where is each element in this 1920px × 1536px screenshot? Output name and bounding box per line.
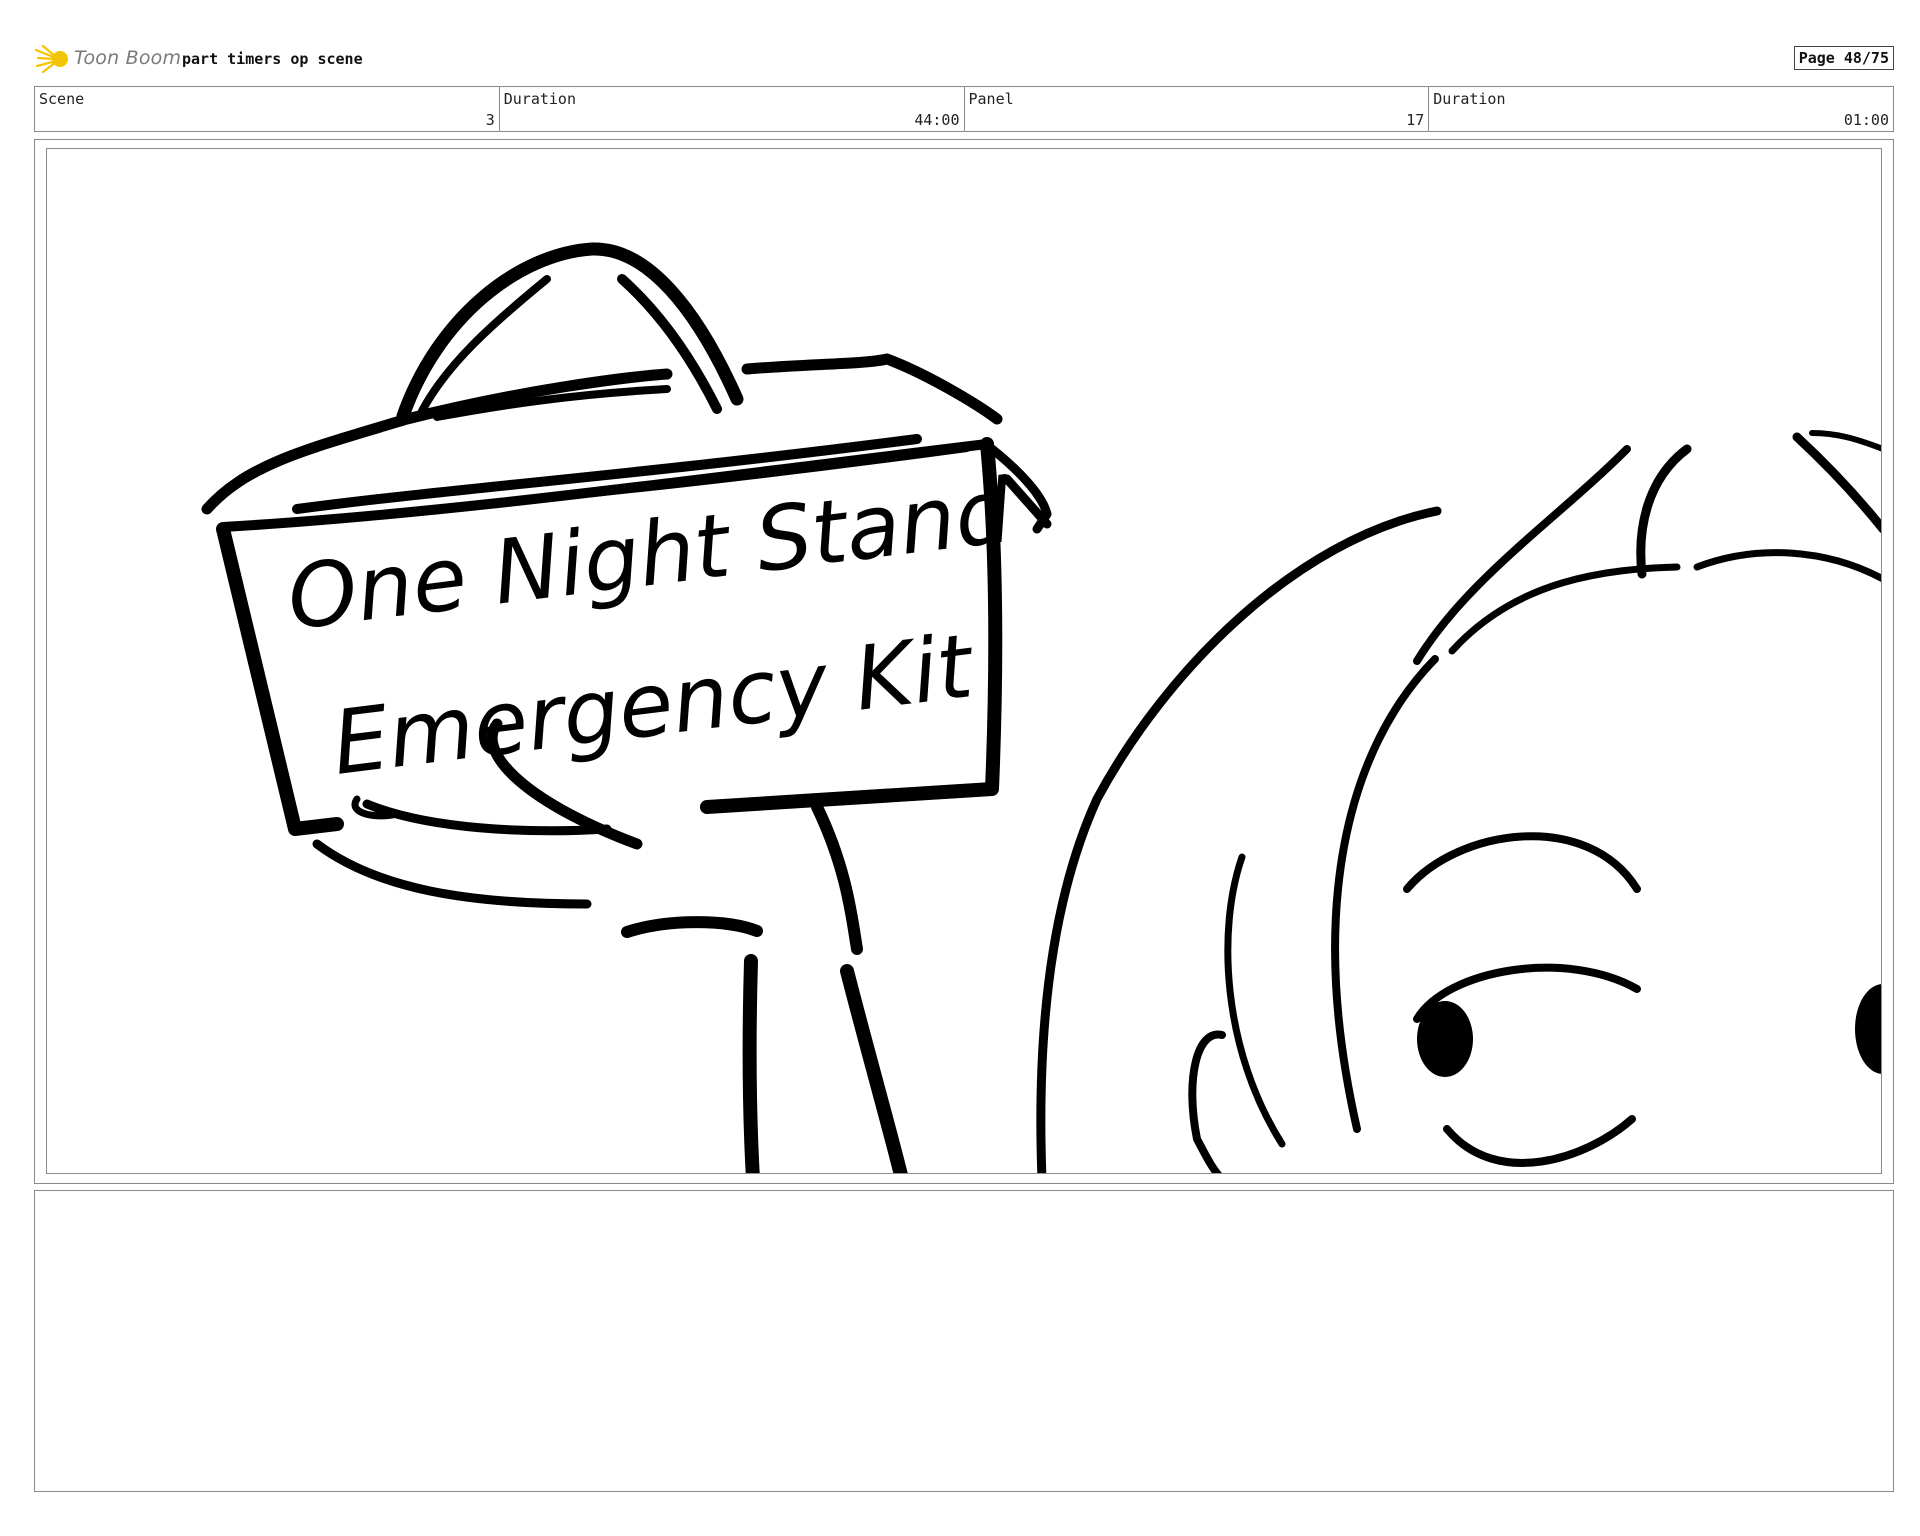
scene-label: Scene: [39, 90, 85, 108]
scene-duration-value: 44:00: [914, 111, 960, 129]
panel-sketch: One Night Stand Emergency Kit: [201, 242, 1881, 1173]
panel-value: 17: [1406, 111, 1425, 129]
second-eye-pupil: [1855, 984, 1881, 1074]
head-outline: [1036, 506, 1442, 1173]
hair-strand-4: [1693, 549, 1881, 582]
storyboard-panel-image: One Night Stand Emergency Kit: [46, 148, 1882, 1174]
panel-duration-cell: Duration 01:00: [1429, 87, 1893, 131]
toon-boom-logo-icon: [34, 44, 68, 74]
panel-label: Panel: [968, 90, 1014, 108]
scene-info-row: Scene 3 Duration 44:00 Panel 17 Duration…: [34, 86, 1894, 132]
hair-strand-6: [1809, 430, 1881, 452]
scene-duration-label: Duration: [503, 90, 576, 108]
panel-cell: Panel 17: [965, 87, 1430, 131]
ear: [1188, 1030, 1226, 1173]
box-lid-right: [741, 353, 1003, 425]
arm-left: [742, 954, 760, 1173]
hair-strand-1: [1413, 445, 1631, 665]
storyboard-panel-frame: One Night Stand Emergency Kit: [34, 139, 1894, 1184]
eyebrow: [1403, 832, 1641, 893]
hair-ear-line: [1224, 853, 1286, 1148]
head-inner-outline: [1331, 655, 1439, 1133]
scene-value: 3: [485, 111, 495, 129]
scene-cell: Scene 3: [35, 87, 500, 131]
brand-name: Toon Boom: [74, 47, 182, 69]
panel-notes-area: [34, 1190, 1894, 1492]
smile: [1443, 1115, 1636, 1167]
box-label-line2: Emergency Kit: [327, 614, 981, 795]
project-title: part timers op scene: [182, 50, 363, 68]
arm-right: [811, 801, 863, 955]
page-indicator: Page 48/75: [1793, 46, 1894, 70]
arm-sleeve: [621, 916, 763, 938]
arm-right-lower: [840, 964, 908, 1173]
panel-duration-value: 01:00: [1843, 111, 1889, 129]
eye-pupil: [1417, 1001, 1473, 1077]
hand-bottom: [312, 839, 592, 909]
page-header: Toon Boom part timers op scene Page 48/7…: [34, 42, 1894, 76]
panel-duration-label: Duration: [1433, 90, 1506, 108]
hair-strand-5: [1792, 432, 1881, 534]
hair-strand-3: [1636, 444, 1692, 579]
scene-duration-cell: Duration 44:00: [500, 87, 965, 131]
